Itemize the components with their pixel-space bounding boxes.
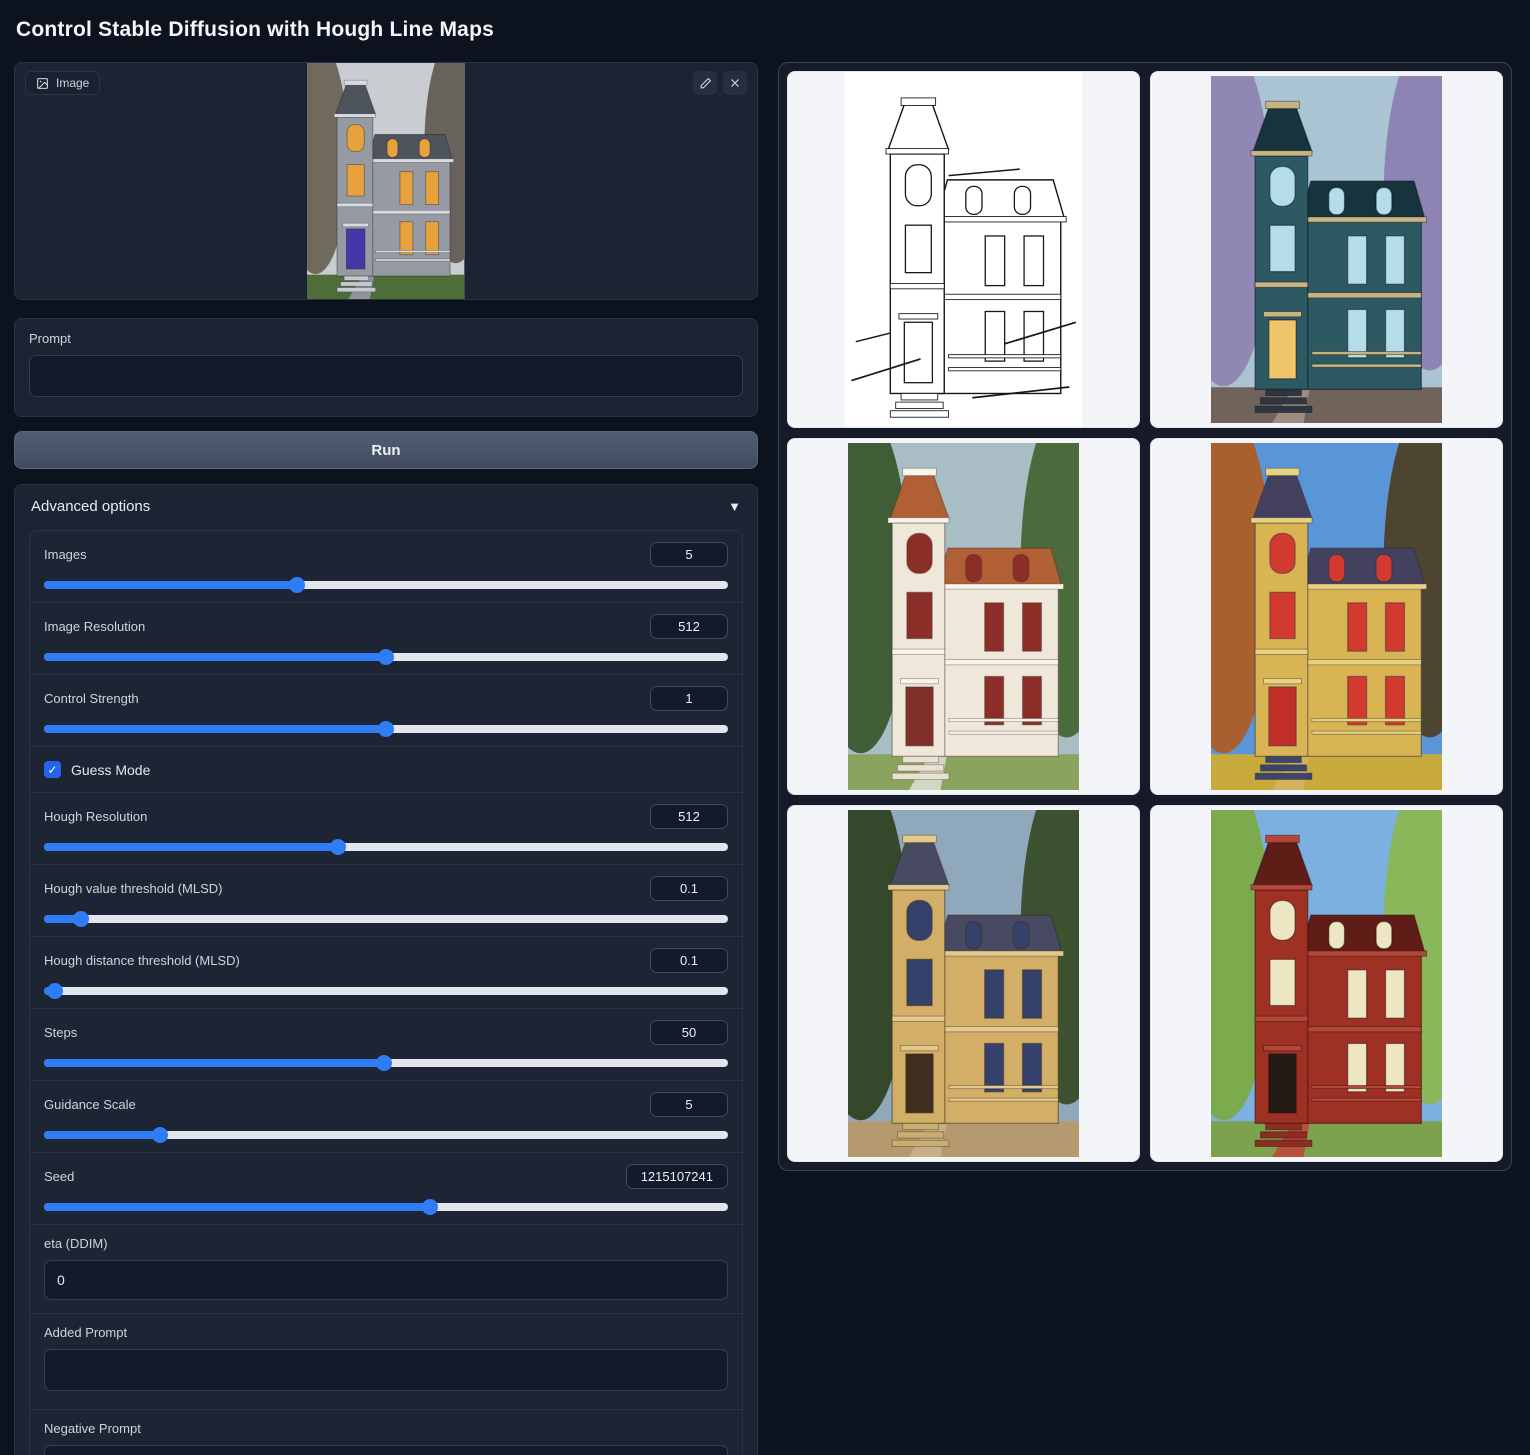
output-gallery <box>778 62 1512 1171</box>
slider-track[interactable] <box>44 725 728 733</box>
close-icon <box>729 77 741 89</box>
edit-image-button[interactable] <box>693 71 717 95</box>
slider-handle[interactable] <box>330 839 346 855</box>
slider-value-input[interactable]: 50 <box>650 1020 728 1045</box>
input-house-photo <box>307 63 464 299</box>
slider-track[interactable] <box>44 987 728 995</box>
negative-prompt-input[interactable] <box>44 1445 728 1455</box>
slider-label: Steps <box>44 1025 77 1040</box>
white-house-painting <box>848 443 1079 790</box>
gold-house-painting <box>848 810 1079 1157</box>
slider-label: Hough value threshold (MLSD) <box>44 881 222 896</box>
gallery-item-hough-line-map[interactable] <box>787 71 1140 428</box>
eta-row: eta (DDIM) <box>30 1224 742 1313</box>
slider-row-images: Images 5 <box>30 531 742 602</box>
negative-prompt-label: Negative Prompt <box>44 1421 728 1436</box>
prompt-panel: Prompt <box>14 318 758 417</box>
added-prompt-row: Added Prompt <box>30 1313 742 1409</box>
slider-label: Control Strength <box>44 691 139 706</box>
eta-input[interactable] <box>44 1260 728 1300</box>
slider-value-input[interactable]: 1215107241 <box>626 1164 728 1189</box>
slider-row-image-resolution: Image Resolution 512 <box>30 602 742 674</box>
gallery-item-teal-house[interactable] <box>1150 71 1503 428</box>
guess-mode-label: Guess Mode <box>71 762 150 778</box>
slider-track[interactable] <box>44 1203 728 1211</box>
slider-value-input[interactable]: 0.1 <box>650 876 728 901</box>
slider-handle[interactable] <box>378 721 394 737</box>
image-component-label: Image <box>25 71 100 95</box>
slider-value-input[interactable]: 512 <box>650 804 728 829</box>
slider-handle[interactable] <box>289 577 305 593</box>
red-house-painting <box>1211 810 1442 1157</box>
slider-row-hough-resolution: Hough Resolution 512 <box>30 792 742 864</box>
slider-value-input[interactable]: 1 <box>650 686 728 711</box>
hough-line-map-image <box>845 72 1082 428</box>
eta-label: eta (DDIM) <box>44 1236 728 1251</box>
advanced-options-header[interactable]: Advanced options ▼ <box>15 485 757 528</box>
guess-mode-row: ✓ Guess Mode <box>30 746 742 792</box>
image-label-text: Image <box>56 76 89 90</box>
slider-value-input[interactable]: 512 <box>650 614 728 639</box>
slider-handle[interactable] <box>73 911 89 927</box>
slider-value-input[interactable]: 0.1 <box>650 948 728 973</box>
advanced-options-group: Images 5 Image Resolution 512 <box>29 530 743 1455</box>
slider-label: Guidance Scale <box>44 1097 136 1112</box>
added-prompt-label: Added Prompt <box>44 1325 728 1340</box>
input-image-panel: Image <box>14 62 758 300</box>
slider-label: Hough distance threshold (MLSD) <box>44 953 240 968</box>
slider-track[interactable] <box>44 581 728 589</box>
chevron-down-icon: ▼ <box>728 499 741 514</box>
slider-label: Image Resolution <box>44 619 145 634</box>
yellow-house-painting <box>1211 443 1442 790</box>
app-page: Control Stable Diffusion with Hough Line… <box>0 0 1530 1455</box>
run-button[interactable]: Run <box>14 431 758 469</box>
advanced-options-title: Advanced options <box>31 498 150 515</box>
slider-row-seed: Seed 1215107241 <box>30 1152 742 1224</box>
slider-track[interactable] <box>44 653 728 661</box>
slider-track[interactable] <box>44 843 728 851</box>
slider-handle[interactable] <box>376 1055 392 1071</box>
slider-handle[interactable] <box>47 983 63 999</box>
slider-row-steps: Steps 50 <box>30 1008 742 1080</box>
prompt-label: Prompt <box>29 331 743 346</box>
image-icon <box>36 77 49 90</box>
page-title: Control Stable Diffusion with Hough Line… <box>16 18 1514 42</box>
slider-row-control-strength: Control Strength 1 <box>30 674 742 746</box>
slider-value-input[interactable]: 5 <box>650 1092 728 1117</box>
slider-value-input[interactable]: 5 <box>650 542 728 567</box>
slider-row-hough-distance-threshold: Hough distance threshold (MLSD) 0.1 <box>30 936 742 1008</box>
edit-pencil-icon <box>699 77 712 90</box>
gallery-item-red-house[interactable] <box>1150 805 1503 1162</box>
input-image-preview[interactable] <box>307 63 464 299</box>
negative-prompt-row: Negative Prompt <box>30 1409 742 1455</box>
gallery-item-gold-house[interactable] <box>787 805 1140 1162</box>
gallery-item-yellow-house[interactable] <box>1150 438 1503 795</box>
clear-image-button[interactable] <box>723 71 747 95</box>
slider-handle[interactable] <box>378 649 394 665</box>
advanced-options-panel: Advanced options ▼ Images 5 Image Resolu… <box>14 484 758 1455</box>
slider-handle[interactable] <box>422 1199 438 1215</box>
slider-row-hough-value-threshold: Hough value threshold (MLSD) 0.1 <box>30 864 742 936</box>
gallery-item-white-house[interactable] <box>787 438 1140 795</box>
slider-handle[interactable] <box>152 1127 168 1143</box>
slider-label: Seed <box>44 1169 74 1184</box>
slider-track[interactable] <box>44 1059 728 1067</box>
guess-mode-checkbox[interactable]: ✓ <box>44 761 61 778</box>
slider-label: Hough Resolution <box>44 809 147 824</box>
teal-house-painting <box>1211 76 1442 423</box>
added-prompt-input[interactable] <box>44 1349 728 1391</box>
prompt-input[interactable] <box>29 355 743 397</box>
slider-label: Images <box>44 547 87 562</box>
check-icon: ✓ <box>47 763 57 777</box>
slider-track[interactable] <box>44 1131 728 1139</box>
slider-track[interactable] <box>44 915 728 923</box>
slider-row-guidance-scale: Guidance Scale 5 <box>30 1080 742 1152</box>
